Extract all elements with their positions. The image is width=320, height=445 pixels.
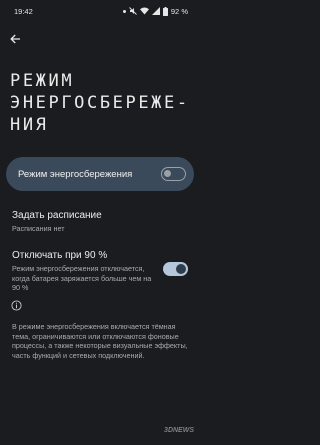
battery-saver-label: Режим энергосбережения xyxy=(18,168,133,180)
threshold-text: Отключать при 90 % Режим энергосбережени… xyxy=(12,249,152,293)
mute-icon xyxy=(129,7,137,15)
wifi-icon xyxy=(139,7,149,15)
status-time: 19:42 xyxy=(14,6,33,16)
auto-off-threshold-item[interactable]: Отключать при 90 % Режим энергосбережени… xyxy=(12,249,192,293)
schedule-subtitle: Расписания нет xyxy=(12,224,65,233)
status-icons: 92 % xyxy=(122,6,188,16)
battery-saver-switch[interactable] xyxy=(161,167,186,181)
threshold-switch[interactable] xyxy=(163,261,188,276)
schedule-title: Задать расписание xyxy=(12,210,102,221)
switch-knob xyxy=(176,263,186,274)
switch-knob xyxy=(164,170,171,177)
schedule-item[interactable]: Задать расписание Расписания нет xyxy=(12,209,190,234)
battery-saver-info-text: В режиме энергосбережения включается тём… xyxy=(12,322,188,360)
signal-icon xyxy=(151,7,160,15)
threshold-title: Отключать при 90 % xyxy=(12,250,108,261)
page-title: РЕЖИМ ЭНЕРГОСБЕРЕЖЕ-НИЯ xyxy=(10,71,190,135)
dot-icon xyxy=(122,9,126,13)
battery-percent: 92 % xyxy=(170,6,188,16)
info-icon xyxy=(11,300,22,311)
arrow-left-icon xyxy=(9,34,20,44)
back-button[interactable] xyxy=(6,30,24,48)
battery-icon xyxy=(162,6,168,16)
threshold-description: Режим энергосбережения отключается, когд… xyxy=(12,264,152,292)
watermark-logo: 3DNEWS xyxy=(164,427,194,434)
status-bar: 19:42 92 % xyxy=(0,0,200,22)
battery-saver-toggle-row[interactable]: Режим энергосбережения xyxy=(6,157,194,191)
